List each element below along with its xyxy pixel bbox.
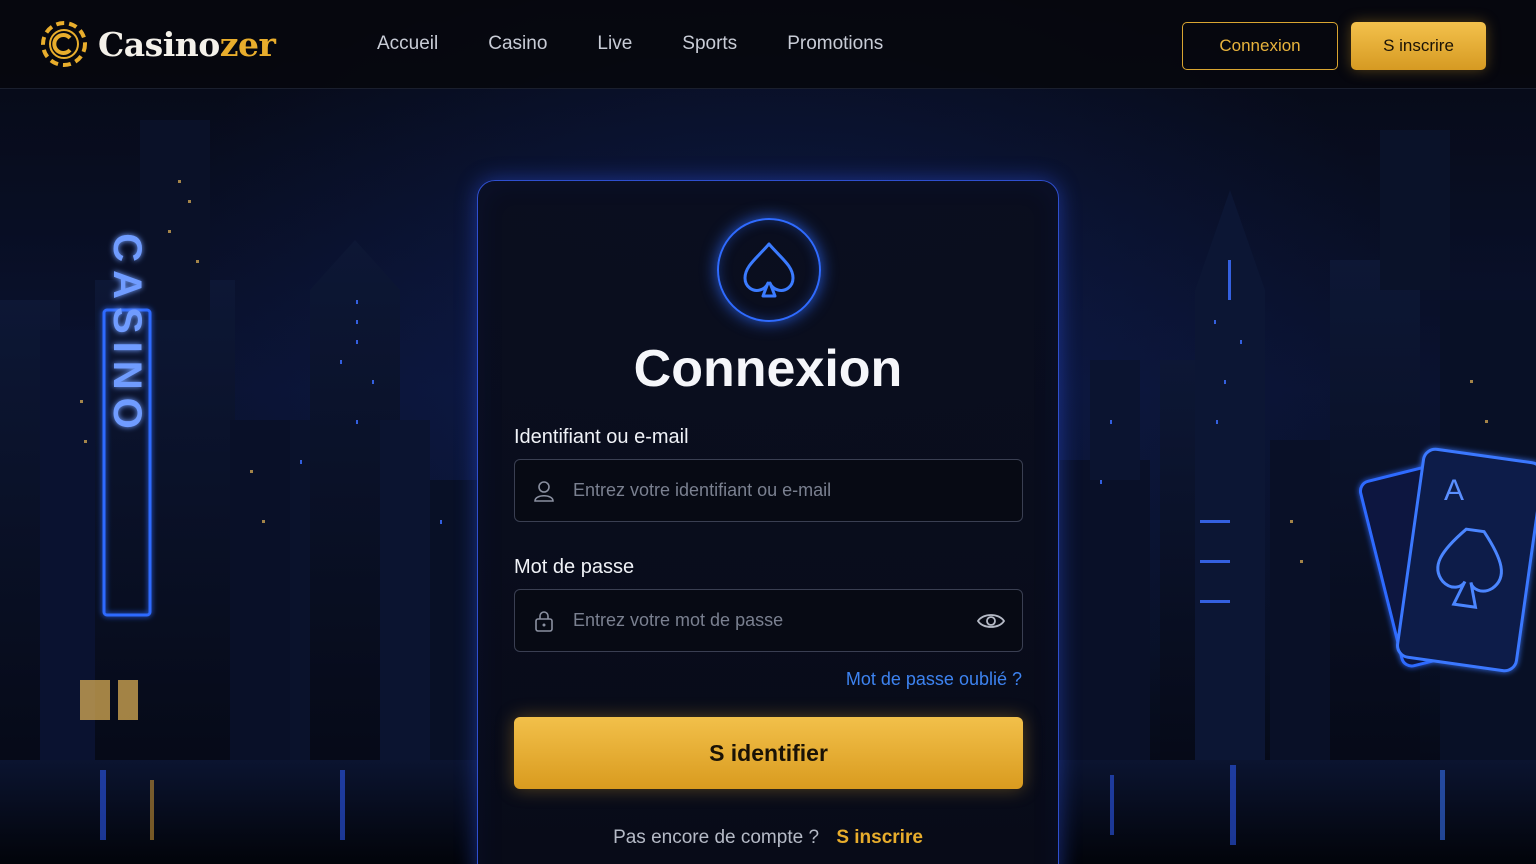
nav-item-live[interactable]: Live [597, 33, 632, 55]
password-label: Mot de passe [514, 556, 635, 578]
username-field-wrapper [514, 459, 1023, 522]
submit-login-button[interactable]: S identifier [514, 717, 1023, 789]
nav-item-sports[interactable]: Sports [682, 33, 737, 55]
nav-item-accueil[interactable]: Accueil [377, 33, 438, 55]
nav-item-promotions[interactable]: Promotions [787, 33, 883, 55]
no-account-prompt: Pas encore de compte ? S inscrire [478, 827, 1058, 849]
user-icon [534, 481, 554, 502]
spade-badge [717, 218, 821, 322]
login-title: Connexion [633, 340, 903, 398]
login-card: Connexion Identifiant ou e-mail Mot de p… [477, 180, 1059, 864]
password-field-wrapper [514, 589, 1023, 652]
forgot-password-link[interactable]: Mot de passe oublié ? [846, 669, 1022, 690]
brand-logo[interactable]: Casinozer [40, 20, 276, 68]
neon-casino-sign: CASINO [105, 233, 149, 437]
header-login-button[interactable]: Connexion [1182, 22, 1338, 70]
lock-icon [535, 611, 553, 632]
username-label: Identifiant ou e-mail [514, 426, 689, 448]
spade-icon [743, 242, 795, 298]
brand-name: Casinozer [98, 24, 276, 64]
nav-item-casino[interactable]: Casino [488, 33, 547, 55]
no-account-text: Pas encore de compte ? [613, 827, 820, 848]
signup-link[interactable]: S inscrire [836, 827, 923, 848]
ace-rank-top: A [1444, 474, 1464, 507]
username-input[interactable] [573, 460, 953, 521]
main-nav: Accueil Casino Live Sports Promotions [377, 33, 933, 55]
casino-chip-logo-icon [41, 21, 87, 67]
site-header: Casinozer Accueil Casino Live Sports Pro… [0, 0, 1536, 89]
password-input[interactable] [573, 590, 953, 651]
eye-icon[interactable] [976, 609, 1006, 633]
header-signup-button[interactable]: S inscrire [1351, 22, 1486, 70]
